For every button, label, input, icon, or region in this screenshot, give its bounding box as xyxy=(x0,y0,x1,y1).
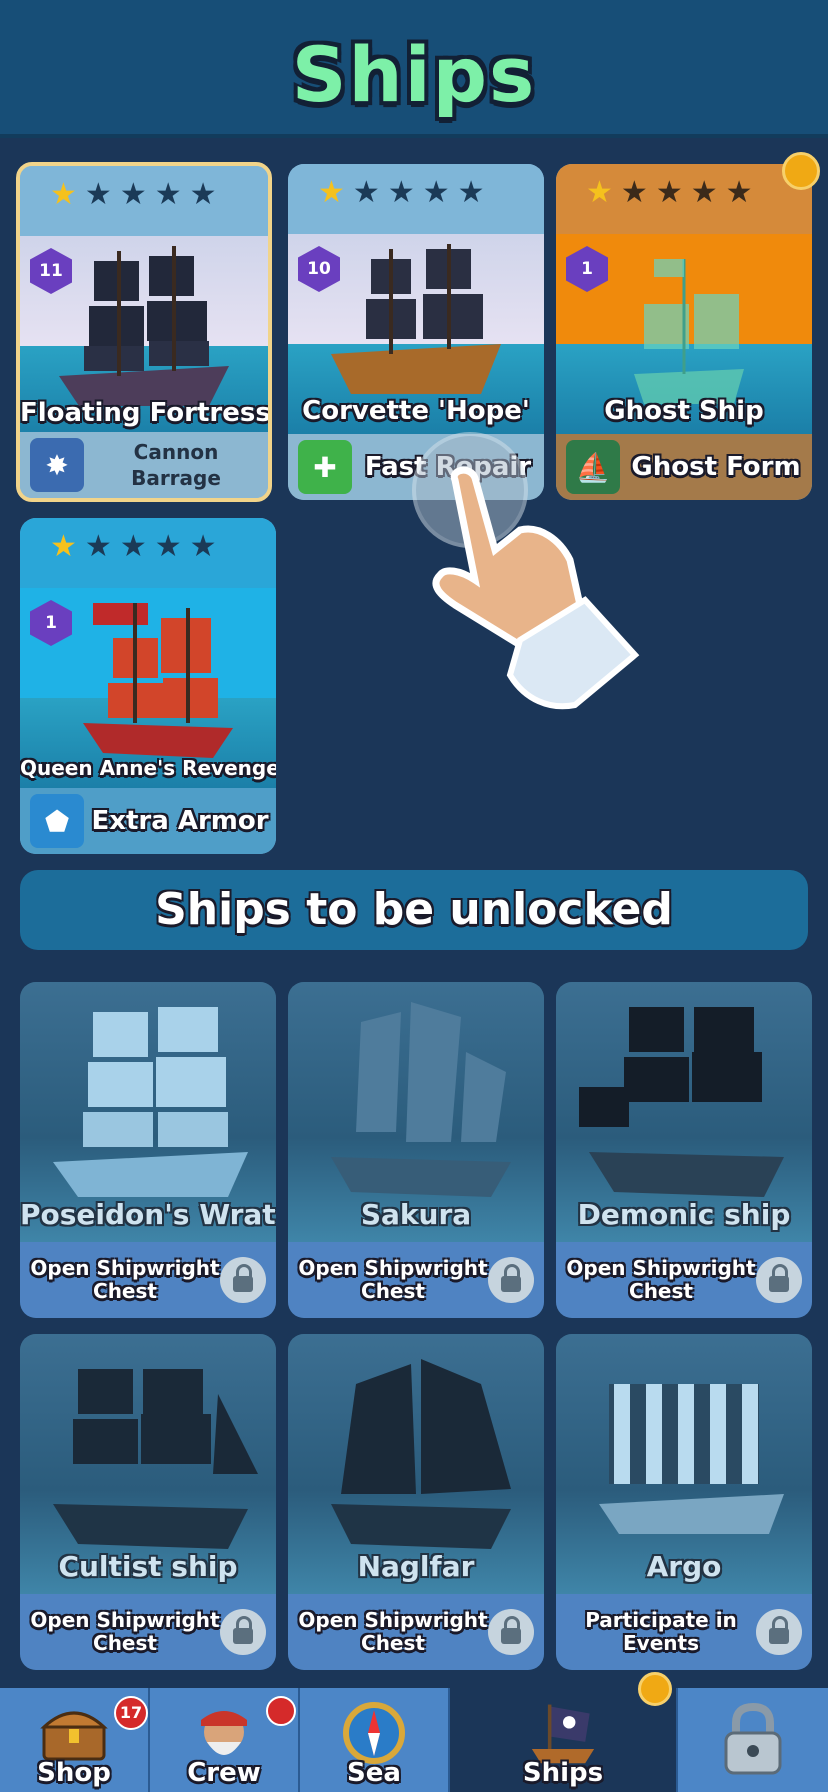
locked-ship-card[interactable]: Naglfar Open Shipwright Chest xyxy=(288,1334,544,1670)
ship-name: Floating Fortress xyxy=(20,398,271,428)
requirement-line1: Open Shipwright xyxy=(566,1256,756,1280)
lock-icon xyxy=(220,1609,266,1655)
star-rating: ★ ★ ★ ★ ★ xyxy=(288,164,544,234)
star-icon: ★ xyxy=(586,175,613,210)
bottom-tab-bar: 17 Shop Crew Sea Ships xyxy=(0,1672,828,1792)
ship-card-floating-fortress[interactable]: ★ ★ ★ ★ ★ 11 Floating Fortress ✸ Cannon … xyxy=(16,162,272,502)
star-icon: ★ xyxy=(50,177,77,212)
ability-label-line1: Cannon xyxy=(133,440,219,464)
star-icon: ★ xyxy=(84,177,112,212)
ship-name: Naglfar xyxy=(357,1550,475,1583)
lock-icon xyxy=(756,1609,802,1655)
star-icon: ★ xyxy=(50,529,77,564)
tab-shop[interactable]: 17 Shop xyxy=(0,1688,150,1792)
unlock-requirement: Open Shipwright Chest xyxy=(556,1242,812,1318)
ability-label: Extra Armor xyxy=(91,806,269,836)
ship-name: Corvette 'Hope' xyxy=(302,396,530,426)
cannon-barrage-icon: ✸ xyxy=(30,438,84,492)
tab-label: Shop xyxy=(37,1758,111,1788)
unlock-section-header: Ships to be unlocked xyxy=(20,870,808,950)
ship-name: Queen Anne's Revenge xyxy=(20,756,276,780)
lock-icon xyxy=(756,1257,802,1303)
locked-ship-card[interactable]: Cultist ship Open Shipwright Chest xyxy=(20,1334,276,1670)
fast-repair-icon: ✚ xyxy=(298,440,352,494)
notification-dot xyxy=(266,1696,296,1726)
ship-name: Ghost Ship xyxy=(604,396,764,426)
ship-name: Sakura xyxy=(360,1198,472,1231)
ship-name: Poseidon's Wrath xyxy=(20,1198,276,1231)
star-icon: ★ xyxy=(189,529,217,564)
header-bar: Ships xyxy=(0,0,828,138)
requirement-line2: Chest xyxy=(93,1279,157,1303)
star-icon: ★ xyxy=(352,175,380,210)
star-icon: ★ xyxy=(655,175,683,210)
requirement-line2: Events xyxy=(623,1631,699,1655)
star-icon: ★ xyxy=(154,529,182,564)
star-icon: ★ xyxy=(84,529,112,564)
page-title: Ships xyxy=(291,30,537,119)
ship-card-queen-annes-revenge[interactable]: ★ ★ ★ ★ ★ 1 Queen Anne's Revenge ⬟ Extra… xyxy=(20,518,276,854)
star-icon: ★ xyxy=(189,177,217,212)
tab-label: Sea xyxy=(347,1758,401,1788)
star-icon: ★ xyxy=(725,175,753,210)
star-icon: ★ xyxy=(318,175,345,210)
lock-icon xyxy=(488,1257,534,1303)
requirement-line2: Chest xyxy=(361,1279,425,1303)
unlock-requirement: Open Shipwright Chest xyxy=(20,1242,276,1318)
ability-label-line2: Barrage xyxy=(131,466,221,490)
requirement-line2: Chest xyxy=(629,1279,693,1303)
lock-icon xyxy=(488,1609,534,1655)
padlock-icon xyxy=(713,1702,793,1775)
unlock-requirement: Open Shipwright Chest xyxy=(288,1242,544,1318)
requirement-line1: Open Shipwright xyxy=(298,1608,488,1632)
star-rating: ★ ★ ★ ★ ★ xyxy=(20,166,268,236)
star-icon: ★ xyxy=(119,177,147,212)
requirement-line1: Open Shipwright xyxy=(30,1256,220,1280)
star-icon: ★ xyxy=(119,529,147,564)
star-icon: ★ xyxy=(457,175,485,210)
locked-ship-card[interactable]: Demonic ship Open Shipwright Chest xyxy=(556,982,812,1318)
unlock-section-title: Ships to be unlocked xyxy=(155,884,673,935)
requirement-line1: Open Shipwright xyxy=(30,1608,220,1632)
ship-ability: ⬟ Extra Armor xyxy=(20,788,276,854)
tutorial-hand-pointer xyxy=(412,432,640,710)
shield-icon: ⬟ xyxy=(30,794,84,848)
ship-ability: ✸ Cannon Barrage xyxy=(20,432,268,498)
star-icon: ★ xyxy=(154,177,182,212)
star-rating: ★ ★ ★ ★ ★ xyxy=(20,518,276,588)
tab-ships[interactable]: Ships xyxy=(450,1672,678,1792)
locked-ship-card[interactable]: Argo Participate in Events xyxy=(556,1334,812,1670)
requirement-line2: Chest xyxy=(361,1631,425,1655)
ship-name: Cultist ship xyxy=(58,1550,238,1583)
star-icon: ★ xyxy=(422,175,450,210)
star-rating: ★ ★ ★ ★ ★ xyxy=(556,164,812,234)
locked-ship-card[interactable]: Poseidon's Wrath Open Shipwright Chest xyxy=(20,982,276,1318)
tab-crew[interactable]: Crew xyxy=(150,1688,300,1792)
notification-dot xyxy=(638,1672,672,1706)
tab-locked[interactable] xyxy=(678,1688,828,1792)
tab-label: Ships xyxy=(522,1758,604,1788)
star-icon: ★ xyxy=(620,175,648,210)
ship-name: Demonic ship xyxy=(577,1198,791,1231)
requirement-line1: Participate in xyxy=(585,1608,737,1632)
unlock-requirement: Participate in Events xyxy=(556,1594,812,1670)
unlock-requirement: Open Shipwright Chest xyxy=(288,1594,544,1670)
locked-ship-card[interactable]: Sakura Open Shipwright Chest xyxy=(288,982,544,1318)
notification-count-badge: 17 xyxy=(114,1696,148,1730)
lock-icon xyxy=(220,1257,266,1303)
unlock-requirement: Open Shipwright Chest xyxy=(20,1594,276,1670)
requirement-line2: Chest xyxy=(93,1631,157,1655)
star-icon: ★ xyxy=(387,175,415,210)
tab-sea[interactable]: Sea xyxy=(300,1688,450,1792)
requirement-line1: Open Shipwright xyxy=(298,1256,488,1280)
star-icon: ★ xyxy=(690,175,718,210)
notification-dot xyxy=(782,152,820,190)
tab-label: Crew xyxy=(187,1758,261,1788)
ship-name: Argo xyxy=(646,1550,722,1583)
